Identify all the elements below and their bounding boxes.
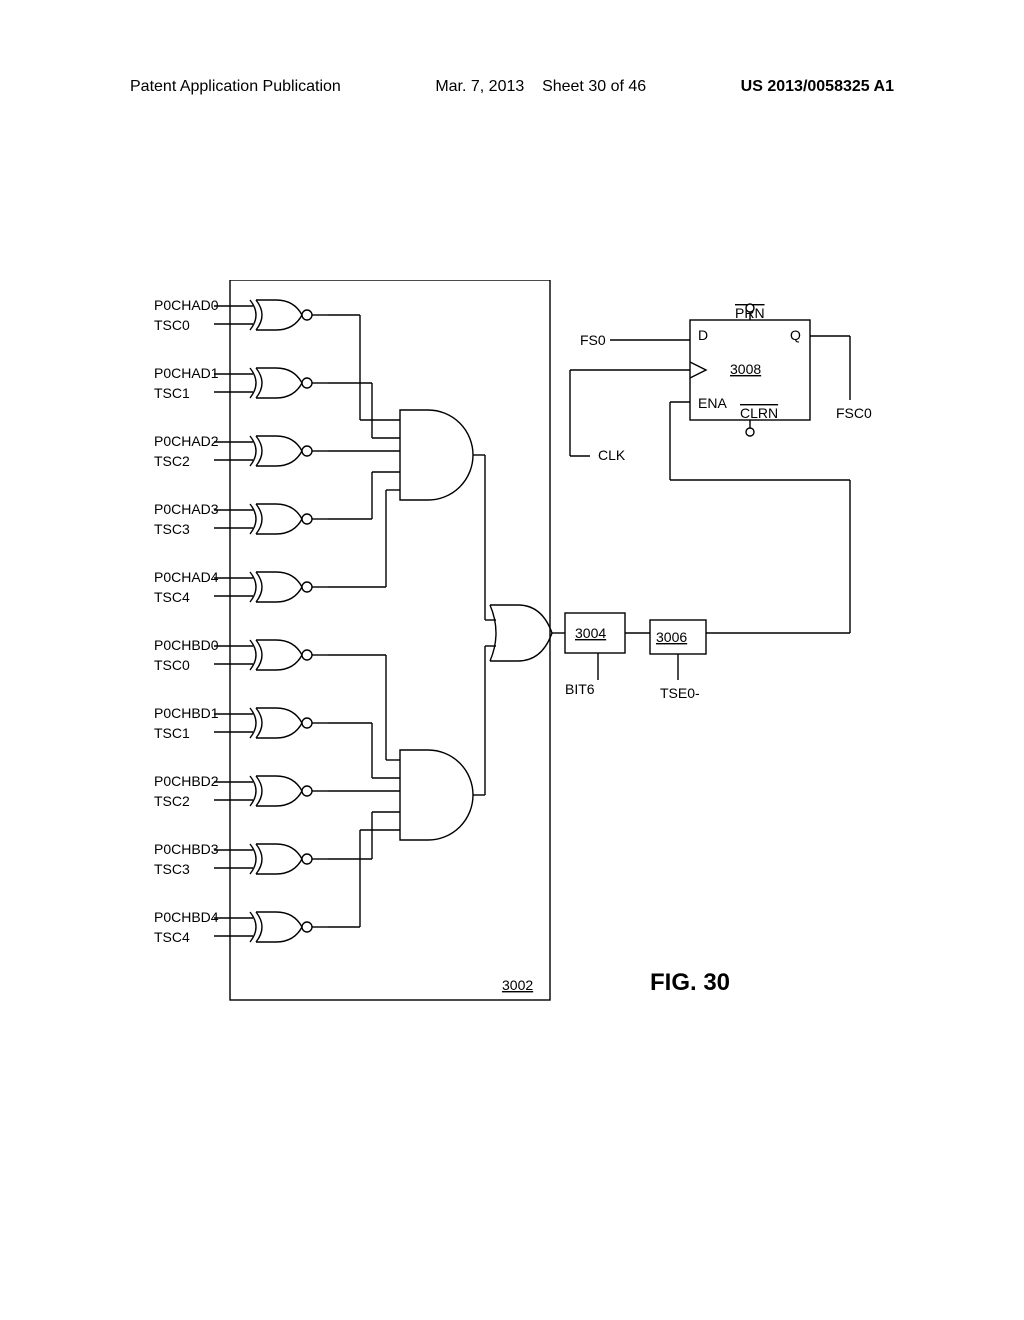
dff-ena: ENA: [698, 395, 727, 411]
wires-top: [328, 315, 473, 927]
tse0-label: TSE0-: [660, 685, 700, 701]
or-combine: [490, 605, 552, 661]
fsc0-label: FSC0: [836, 405, 872, 421]
inv-3006-area: 3006: [650, 620, 706, 654]
in-9-bot: TSC4: [154, 929, 190, 945]
dff-clrn: CLRN: [740, 405, 778, 421]
bit6-label: BIT6: [565, 681, 595, 697]
in-3-top: P0CHAD3: [154, 501, 219, 517]
in-7-top: P0CHBD2: [154, 773, 219, 789]
dff-3008: D PRN Q ENA CLRN 3008: [690, 304, 810, 436]
in-2-bot: TSC2: [154, 453, 190, 469]
in-7-bot: TSC2: [154, 793, 190, 809]
in-1-top: P0CHAD1: [154, 365, 219, 381]
doc-type: Patent Application Publication: [130, 78, 341, 96]
in-8-bot: TSC3: [154, 861, 190, 877]
in-5-bot: TSC0: [154, 657, 190, 673]
fs0-label: FS0: [580, 332, 606, 348]
dff-d: D: [698, 327, 708, 343]
dff-q: Q: [790, 327, 801, 343]
and-bottom: [400, 750, 473, 840]
in-3-bot: TSC3: [154, 521, 190, 537]
in-8-top: P0CHBD3: [154, 841, 219, 857]
in-1-bot: TSC1: [154, 385, 190, 401]
in-0-bot: TSC0: [154, 317, 190, 333]
and-top: [400, 410, 473, 500]
in-6-top: P0CHBD1: [154, 705, 219, 721]
figure-caption: FIG. 30: [650, 969, 730, 996]
in-9-top: P0CHBD4: [154, 909, 219, 925]
block-ref-3002: 3002: [502, 977, 533, 993]
doc-date-sheet: Mar. 7, 2013 Sheet 30 of 46: [435, 78, 646, 96]
block-ref-3006: 3006: [656, 629, 687, 645]
in-0-top: P0CHAD0: [154, 297, 219, 313]
in-4-top: P0CHAD4: [154, 569, 219, 585]
or-3004-area: 3004: [565, 613, 625, 653]
page-header: Patent Application Publication Mar. 7, 2…: [130, 78, 894, 96]
xnor-array: P0CHAD0 TSC0 P0CHAD1 TSC1 P0CHAD2 TSC2 P…: [154, 297, 328, 945]
in-2-top: P0CHAD2: [154, 433, 219, 449]
in-5-top: P0CHBD0: [154, 637, 219, 653]
figure-area: P0CHAD0 TSC0 P0CHAD1 TSC1 P0CHAD2 TSC2 P…: [150, 280, 890, 1040]
pub-number: US 2013/0058325 A1: [741, 78, 894, 96]
block-ref-3008: 3008: [730, 361, 761, 377]
clk-label: CLK: [598, 447, 626, 463]
in-4-bot: TSC4: [154, 589, 190, 605]
in-6-bot: TSC1: [154, 725, 190, 741]
block-ref-3004: 3004: [575, 625, 606, 641]
